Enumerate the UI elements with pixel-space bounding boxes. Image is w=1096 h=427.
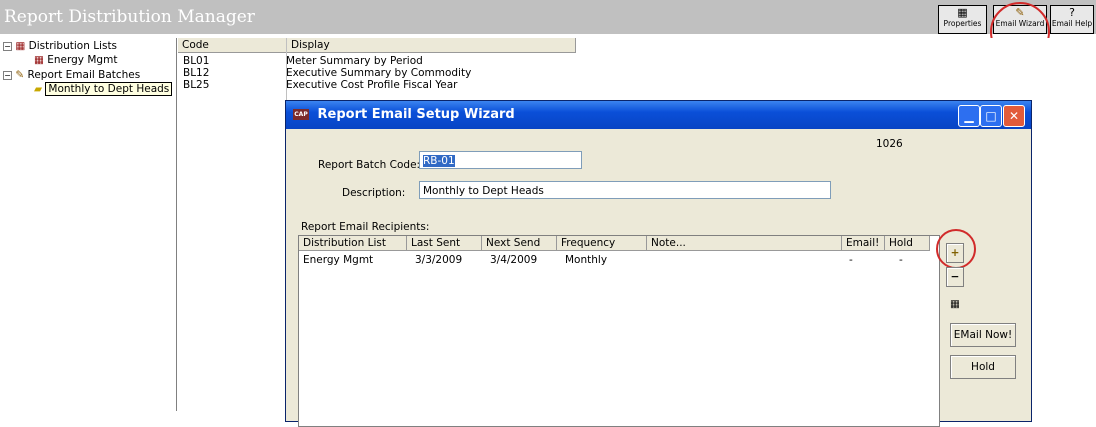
folder-icon: ▰ (34, 83, 43, 95)
wizard-icon: ✎ (15, 69, 25, 81)
col-last-sent[interactable]: Last Sent (407, 236, 482, 251)
batch-code-label: Report Batch Code: (318, 159, 421, 171)
batch-code-input[interactable]: RB-01 (419, 151, 582, 169)
tree-label: Distribution Lists (28, 40, 118, 52)
maximize-button[interactable]: □ (980, 105, 1002, 127)
description-input[interactable]: Monthly to Dept Heads (419, 181, 831, 199)
description-label: Description: (342, 187, 406, 199)
properties-icon: ▦ (957, 6, 968, 19)
properties-button[interactable]: ▦ Properties (938, 5, 987, 34)
cell-last-sent[interactable]: 3/3/2009 (415, 254, 462, 266)
col-distribution-list[interactable]: Distribution List (299, 236, 407, 251)
recipients-label: Report Email Recipients: (301, 221, 430, 233)
email-help-label: Email Help (1051, 19, 1093, 28)
email-setup-dialog: CAP Report Email Setup Wizard ▁ □ ✕ 1026… (285, 100, 1032, 427)
row-display[interactable]: Executive Summary by Commodity (286, 67, 471, 79)
minimize-button[interactable]: ▁ (958, 105, 980, 127)
row-display[interactable]: Executive Cost Profile Fiscal Year (286, 79, 457, 91)
tree-node-monthly[interactable]: ▰ Monthly to Dept Heads (34, 82, 173, 96)
col-header-code[interactable]: Code (178, 38, 287, 53)
cell-hold[interactable]: - (899, 254, 903, 266)
list-icon: ▦ (15, 40, 26, 52)
row-code[interactable]: BL12 (183, 67, 209, 79)
row-display[interactable]: Meter Summary by Period (286, 55, 423, 67)
dialog-titlebar[interactable]: CAP Report Email Setup Wizard ▁ □ ✕ (286, 101, 1031, 129)
properties-icon[interactable]: ▦ (946, 295, 964, 313)
close-button[interactable]: ✕ (1003, 105, 1025, 127)
col-frequency[interactable]: Frequency (557, 236, 647, 251)
hold-button[interactable]: Hold (950, 355, 1016, 379)
app-titlebar: Report Distribution Manager ▦ Properties… (0, 0, 1096, 34)
collapse-icon[interactable]: − (3, 71, 12, 80)
tree-node-report-email-batches[interactable]: − ✎ Report Email Batches (3, 69, 140, 81)
properties-label: Properties (943, 19, 982, 28)
list-icon: ▦ (34, 54, 44, 66)
tree-node-energy-mgmt[interactable]: ▦ Energy Mgmt (34, 54, 117, 66)
tree-panel: − ▦ Distribution Lists ▦ Energy Mgmt − ✎… (0, 38, 177, 411)
cell-next-send[interactable]: 3/4/2009 (490, 254, 537, 266)
collapse-icon[interactable]: − (3, 42, 12, 51)
help-icon: ? (1069, 6, 1075, 19)
remove-recipient-button[interactable]: − (946, 267, 964, 287)
app-icon: CAP (293, 109, 309, 120)
col-hold[interactable]: Hold (885, 236, 930, 251)
record-id: 1026 (876, 138, 903, 150)
col-email[interactable]: Email! (842, 236, 885, 251)
email-now-button[interactable]: EMail Now! (950, 323, 1016, 347)
app-title: Report Distribution Manager (4, 7, 255, 27)
dialog-title: Report Email Setup Wizard (317, 107, 515, 122)
cell-email[interactable]: - (849, 254, 853, 266)
col-header-display[interactable]: Display (287, 38, 576, 53)
recipients-grid: Distribution List Last Sent Next Send Fr… (298, 235, 940, 427)
col-note[interactable]: Note... (647, 236, 842, 251)
cell-frequency[interactable]: Monthly (565, 254, 607, 266)
tree-label: Report Email Batches (27, 69, 141, 81)
email-help-button[interactable]: ? Email Help (1050, 5, 1094, 34)
col-next-send[interactable]: Next Send (482, 236, 557, 251)
row-code[interactable]: BL25 (183, 79, 209, 91)
tree-node-distribution-lists[interactable]: − ▦ Distribution Lists (3, 40, 117, 52)
highlight-circle-add (936, 229, 976, 269)
tree-label-selected: Monthly to Dept Heads (45, 82, 173, 96)
tree-label: Energy Mgmt (47, 54, 118, 66)
cell-distribution-list[interactable]: Energy Mgmt (303, 254, 373, 266)
batch-code-value: RB-01 (423, 155, 455, 167)
row-code[interactable]: BL01 (183, 55, 209, 67)
